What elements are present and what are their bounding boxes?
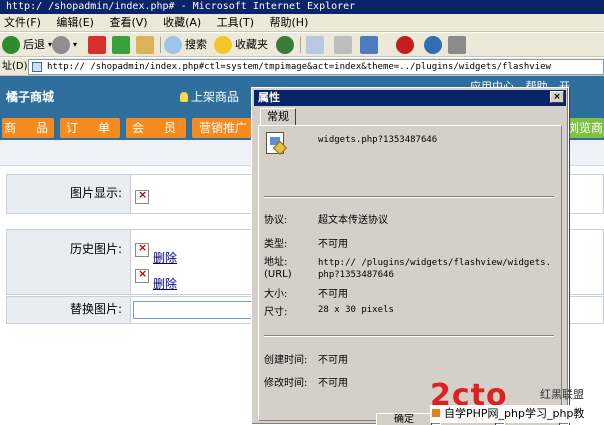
address-bar: 址(D) http:// /shopadmin/index.php#ctl=sy… (0, 58, 604, 76)
size-value: 不可用 (318, 289, 348, 300)
broken-image-icon (135, 241, 149, 257)
square-icon (432, 409, 440, 417)
dimensions-label: 尺寸: (264, 307, 288, 318)
dialog-title: 属性 (258, 91, 280, 104)
watermark: 2cto 红黑联盟 自学PHP网_php学习_php教 (430, 378, 604, 425)
size-label: 大小: (264, 289, 288, 300)
history-button[interactable] (276, 35, 297, 55)
shop-name: 橘子商城 (6, 90, 55, 104)
messenger-button[interactable] (424, 35, 445, 55)
refresh-button[interactable] (112, 35, 133, 55)
preview-shop-button[interactable]: 浏览商 (566, 118, 604, 138)
print-icon (334, 36, 352, 54)
delete-history-link-1[interactable]: 删除 (153, 249, 177, 266)
refresh-icon (112, 36, 130, 54)
messenger-icon (424, 36, 442, 54)
browser-toolbar: 后退 ▾ ▾ 搜索 收藏夹 (0, 33, 604, 57)
search-icon (164, 36, 182, 54)
home-icon (136, 36, 154, 54)
tab-members[interactable]: 会 员 (126, 118, 186, 138)
research-button[interactable] (448, 35, 469, 55)
favorites-button[interactable]: 收藏夹 (214, 35, 268, 55)
tab-orders[interactable]: 订 单 (60, 118, 120, 138)
created-value: 不可用 (318, 355, 348, 366)
back-button[interactable]: 后退 ▾ (2, 35, 52, 55)
delete-history-link-2[interactable]: 删除 (153, 275, 177, 292)
home-button[interactable] (136, 35, 157, 55)
protocol-value: 超文本传送协议 (318, 215, 388, 226)
menu-bar: 文件(F) 编辑(E) 查看(V) 收藏(A) 工具(T) 帮助(H) (0, 14, 604, 32)
type-value: 不可用 (318, 239, 348, 250)
watermark-bar: 自学PHP网_php学习_php教 (430, 405, 604, 423)
back-arrow-icon (2, 36, 20, 54)
search-button[interactable]: 搜索 (164, 35, 207, 55)
forward-arrow-icon (52, 36, 70, 54)
page-icon (32, 62, 42, 72)
menu-tools[interactable]: 工具(T) (213, 14, 262, 32)
watermark-bar-text: 自学PHP网_php学习_php教 (444, 407, 585, 420)
broken-image-icon (135, 188, 149, 204)
star-icon (214, 36, 232, 54)
forward-button[interactable]: ▾ (52, 35, 77, 55)
properties-dialog: 属性 × 常规 widgets.php?1353487646 协议: 超文本传送… (251, 87, 569, 425)
modified-label: 修改时间: (264, 378, 308, 389)
file-name: widgets.php?1353487646 (318, 135, 438, 145)
tab-general[interactable]: 常规 (260, 108, 296, 126)
addon-icon (396, 36, 414, 54)
type-label: 类型: (264, 239, 288, 250)
tab-marketing[interactable]: 营销推广 (192, 118, 254, 138)
protocol-label: 协议: (264, 215, 288, 226)
menu-help[interactable]: 帮助(H) (266, 14, 317, 32)
watermark-brand: 红黑联盟 (540, 388, 584, 401)
lightbulb-icon (180, 92, 188, 102)
image-display-label: 图片显示: (7, 175, 131, 213)
tab-goods[interactable]: 商 品 (2, 118, 54, 138)
dialog-close-button[interactable]: × (550, 91, 564, 103)
back-label: 后退 (23, 38, 45, 51)
edit-button[interactable] (360, 35, 381, 55)
ok-button[interactable]: 确定 (376, 413, 432, 425)
research-icon (448, 36, 466, 54)
address-input[interactable]: http:// /shopadmin/index.php#ctl=system/… (28, 59, 604, 75)
address-label: 地址: (URL) (264, 257, 292, 280)
stop-icon (88, 36, 106, 54)
stop-button[interactable] (88, 35, 109, 55)
search-label: 搜索 (185, 38, 207, 51)
mail-button[interactable] (306, 35, 327, 55)
edit-icon (360, 36, 378, 54)
divider (264, 335, 554, 337)
shelf-link-label: 上架商品 (191, 90, 240, 104)
dialog-titlebar: 属性 × (254, 90, 566, 106)
address-value: http:// /plugins/widgets/flashview/widge… (318, 258, 551, 280)
modified-value: 不可用 (318, 378, 348, 389)
favorites-label: 收藏夹 (235, 38, 268, 51)
image-file-icon (266, 132, 284, 154)
window-title: http:/ /shopadmin/index.php# - Microsoft… (0, 0, 604, 14)
chevron-down-icon: ▾ (73, 40, 78, 49)
divider (264, 196, 554, 198)
shelf-link[interactable]: 上架商品 (180, 88, 239, 105)
addon-button[interactable] (396, 35, 417, 55)
print-button[interactable] (334, 35, 355, 55)
broken-image-icon (135, 267, 149, 283)
dimensions-value: 28 x 30 pixels (318, 305, 394, 315)
menu-view[interactable]: 查看(V) (105, 14, 155, 32)
address-text: http:// /shopadmin/index.php#ctl=system/… (47, 62, 551, 72)
menu-edit[interactable]: 编辑(E) (52, 14, 102, 32)
address-label: 址(D) (2, 61, 28, 72)
history-icon (276, 36, 294, 54)
replace-image-label: 替换图片: (7, 297, 131, 323)
mail-icon (306, 36, 324, 54)
menu-favorites[interactable]: 收藏(A) (159, 14, 209, 32)
history-images-label: 历史图片: (7, 230, 131, 294)
menu-file[interactable]: 文件(F) (0, 14, 49, 32)
created-label: 创建时间: (264, 355, 308, 366)
